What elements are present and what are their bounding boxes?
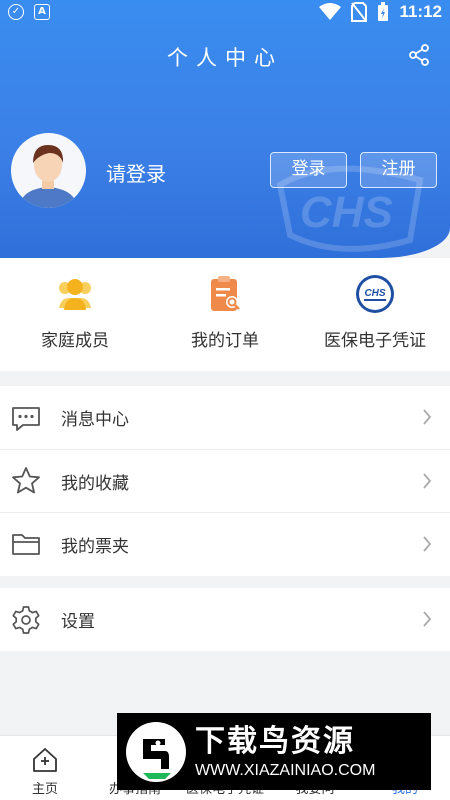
wifi-icon (319, 3, 342, 20)
profile-header: CHS (0, 0, 450, 258)
svg-text:CHS: CHS (364, 288, 385, 299)
no-sim-icon (351, 2, 368, 22)
menu-item-settings[interactable]: 设置 (0, 588, 450, 651)
quick-item-orders[interactable]: 我的订单 (150, 258, 300, 371)
home-icon (33, 748, 57, 772)
quick-item-chs[interactable]: CHS 医保电子凭证 (300, 258, 450, 371)
bird-logo-icon (126, 721, 186, 782)
chevron-right-icon (423, 536, 432, 552)
login-button[interactable]: 登录 (270, 152, 347, 188)
avatar[interactable] (11, 133, 86, 208)
register-button[interactable]: 注册 (360, 152, 437, 188)
menu-item-label: 设置 (61, 612, 95, 632)
quick-item-label: 我的订单 (191, 331, 259, 351)
menu-item-ticket-folder[interactable]: 我的票夹 (0, 512, 450, 575)
watermark-banner: 下载鸟资源 WWW.XIAZAINIAO.COM (117, 713, 431, 790)
share-icon[interactable] (408, 44, 430, 66)
chevron-right-icon (423, 611, 432, 627)
message-icon (12, 406, 40, 431)
menu-item-label: 我的收藏 (61, 473, 129, 494)
font-status-icon: A (34, 4, 50, 20)
user-avatar-icon (19, 145, 78, 208)
battery-icon (378, 2, 389, 21)
svg-text:CHS: CHS (300, 188, 393, 237)
clock: 11:12 (399, 2, 442, 21)
watermark-title: 下载鸟资源 (195, 723, 355, 759)
quick-item-label: 医保电子凭证 (324, 331, 426, 351)
menu-item-favorites[interactable]: 我的收藏 (0, 449, 450, 512)
menu-item-label: 消息中心 (61, 410, 129, 430)
chevron-right-icon (423, 409, 432, 425)
quick-item-label: 家庭成员 (41, 331, 109, 351)
tab-home[interactable]: 主页 (0, 736, 90, 800)
family-icon (59, 279, 91, 310)
chs-icon: CHS (356, 275, 394, 313)
menu-group-main: 消息中心 我的收藏 我的票夹 (0, 386, 450, 576)
login-prompt[interactable]: 请登录 (106, 158, 166, 187)
folder-icon (12, 534, 40, 555)
order-icon (211, 276, 240, 311)
menu-group-settings: 设置 (0, 588, 450, 651)
quick-item-family[interactable]: 家庭成员 (0, 258, 150, 371)
gear-icon (12, 605, 40, 634)
tab-label: 主页 (31, 782, 58, 797)
menu-item-label: 我的票夹 (61, 536, 129, 557)
watermark-url: WWW.XIAZAINIAO.COM (195, 761, 376, 779)
page-title: 个人中心 (167, 46, 283, 70)
chevron-right-icon (423, 473, 432, 489)
menu-item-messages[interactable]: 消息中心 (0, 386, 450, 449)
star-icon (12, 467, 40, 494)
status-bar: ✓ A 11:12 (0, 0, 450, 26)
shield-status-icon: ✓ (8, 4, 24, 20)
quick-actions: 家庭成员 我的订单 CHS 医保电子凭证 (0, 258, 450, 371)
